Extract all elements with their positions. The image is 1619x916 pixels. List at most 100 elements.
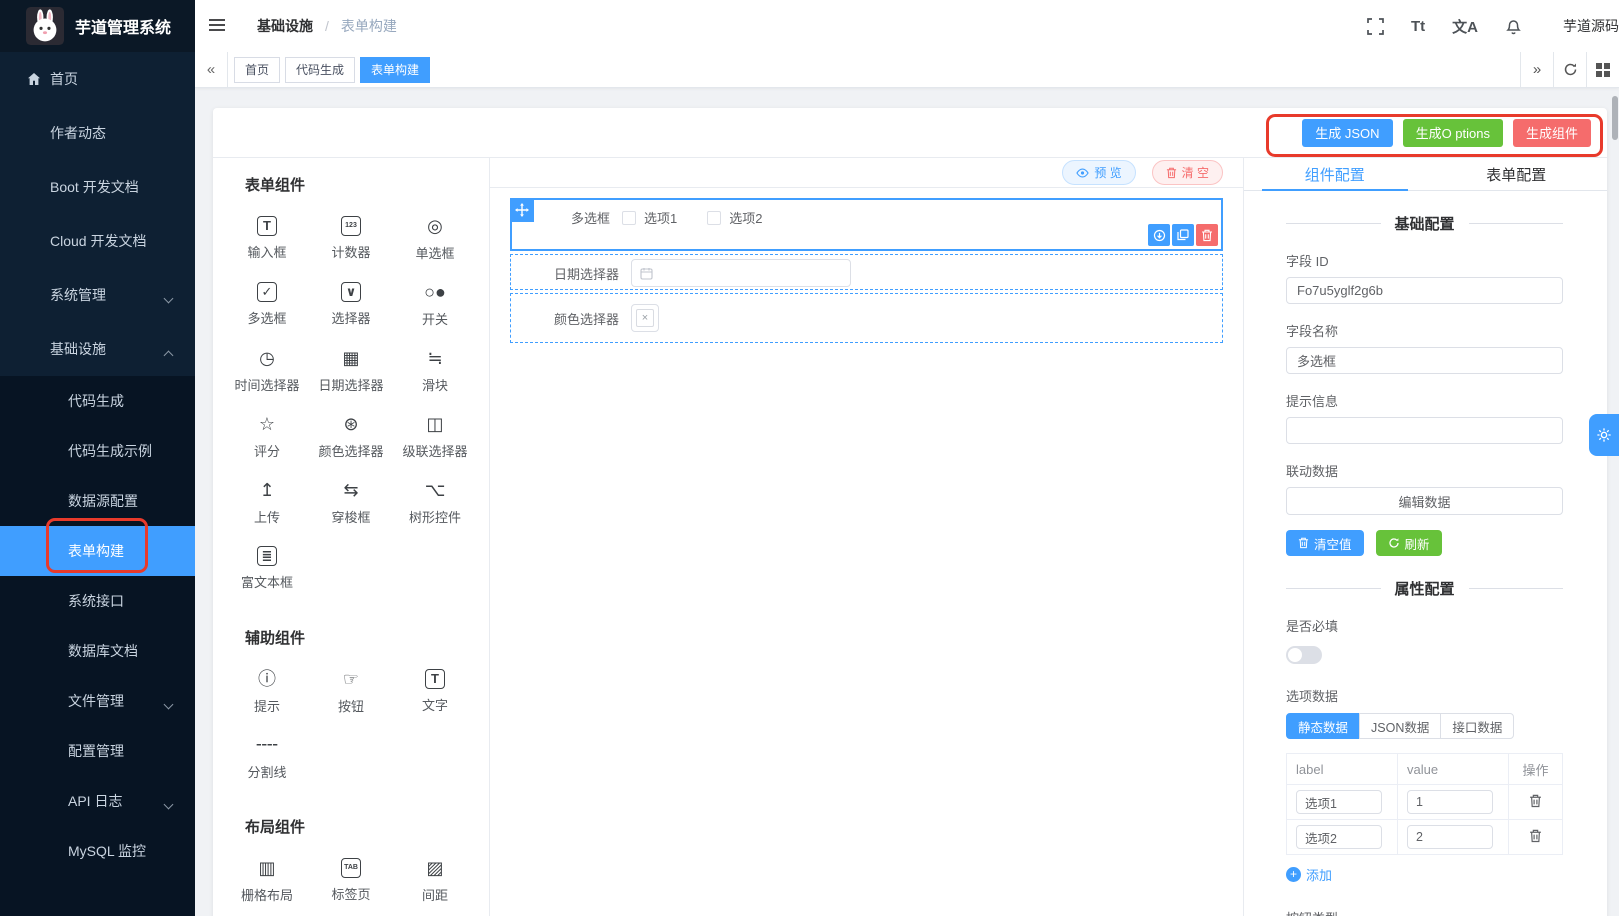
sidebar-item-code-generation[interactable]: 代码生成 xyxy=(0,376,195,426)
palette-item-text[interactable]: T文字 xyxy=(393,658,477,724)
sidebar-item-config-mgmt[interactable]: 配置管理 xyxy=(0,726,195,776)
palette-item-time-picker[interactable]: ◷时间选择器 xyxy=(225,337,309,403)
palette-item-divider[interactable]: ╌╌分割线 xyxy=(225,724,309,790)
palette-item-counter[interactable]: 123计数器 xyxy=(309,205,393,271)
clear-canvas-button[interactable]: 清 空 xyxy=(1152,160,1223,185)
preview-button[interactable]: 预 览 xyxy=(1062,160,1135,185)
refresh-icon[interactable] xyxy=(1553,52,1586,88)
breadcrumb-section[interactable]: 基础设施 xyxy=(257,16,313,36)
field-name-input[interactable] xyxy=(1286,347,1563,374)
palette-item-transfer[interactable]: ⇆穿梭框 xyxy=(309,469,393,535)
canvas-component-date-picker[interactable]: 日期选择器 xyxy=(510,254,1223,290)
field-id-input[interactable] xyxy=(1286,277,1563,304)
delete-row-button[interactable] xyxy=(1529,829,1542,843)
canvas-component-checkbox-group[interactable]: 多选框 选项1 选项2 xyxy=(510,198,1223,251)
sidebar-fold-icon[interactable] xyxy=(207,15,229,37)
sidebar-item-system-mgmt[interactable]: 系统管理 xyxy=(0,268,195,322)
language-icon[interactable]: 文A xyxy=(1452,16,1478,37)
palette-item-checkbox[interactable]: ✓多选框 xyxy=(225,271,309,337)
notification-bell-icon[interactable] xyxy=(1505,17,1522,35)
palette-item-color-picker[interactable]: ⊛颜色选择器 xyxy=(309,403,393,469)
font-size-icon[interactable]: Tt xyxy=(1411,18,1425,35)
tab-component-config[interactable]: 组件配置 xyxy=(1244,158,1426,190)
date-input[interactable] xyxy=(631,259,851,287)
required-toggle[interactable] xyxy=(1286,646,1322,664)
refresh-label: 刷新 xyxy=(1405,534,1430,553)
palette-item-button[interactable]: ☞按钮 xyxy=(309,658,393,724)
switch-icon: ○● xyxy=(424,281,446,303)
palette-item-tree[interactable]: ⌥树形控件 xyxy=(393,469,477,535)
checkbox-option-label: 选项1 xyxy=(644,208,677,227)
component-copy-button[interactable] xyxy=(1172,224,1194,246)
option-value-input[interactable] xyxy=(1407,790,1493,814)
component-arrow-button[interactable] xyxy=(1148,224,1170,246)
tab-form-config[interactable]: 表单配置 xyxy=(1426,158,1608,190)
palette-item-radio[interactable]: ◎单选框 xyxy=(393,205,477,271)
canvas-board: 多选框 选项1 选项2 xyxy=(490,188,1243,356)
palette-item-input[interactable]: T输入框 xyxy=(225,205,309,271)
palette-item-cascader[interactable]: ◫级联选择器 xyxy=(393,403,477,469)
clear-value-button[interactable]: 清空值 xyxy=(1286,530,1364,556)
palette-item-switch[interactable]: ○●开关 xyxy=(393,271,477,337)
text-icon: T xyxy=(425,669,445,689)
sidebar-item-home[interactable]: 首页 xyxy=(0,52,195,106)
sidebar-item-boot-docs[interactable]: Boot 开发文档 xyxy=(0,160,195,214)
palette-item-select[interactable]: ∨选择器 xyxy=(309,271,393,337)
tabs-icon: TAB xyxy=(341,858,361,878)
tip-input[interactable] xyxy=(1286,417,1563,444)
sidebar-item-system-api[interactable]: 系统接口 xyxy=(0,576,195,626)
delete-row-button[interactable] xyxy=(1529,794,1542,808)
generate-json-button[interactable]: 生成 JSON xyxy=(1302,119,1392,147)
api-data-tab[interactable]: 接口数据 xyxy=(1440,713,1514,739)
palette-item-tip[interactable]: ⓘ提示 xyxy=(225,658,309,724)
palette-item-slider[interactable]: ≒滑块 xyxy=(393,337,477,403)
sidebar-item-cloud-docs[interactable]: Cloud 开发文档 xyxy=(0,214,195,268)
tags-scroll-right-icon[interactable]: » xyxy=(1520,52,1553,88)
json-data-tab[interactable]: JSON数据 xyxy=(1359,713,1441,739)
layout-grid-icon[interactable] xyxy=(1586,52,1619,88)
tab-home[interactable]: 首页 xyxy=(234,57,280,83)
sidebar-item-code-gen-example[interactable]: 代码生成示例 xyxy=(0,426,195,476)
static-data-tab[interactable]: 静态数据 xyxy=(1286,713,1360,739)
palette-item-rate[interactable]: ☆评分 xyxy=(225,403,309,469)
sidebar-item-file-mgmt[interactable]: 文件管理 xyxy=(0,676,195,726)
option-label-input[interactable] xyxy=(1296,825,1382,849)
sidebar-item-form-builder[interactable]: 表单构建 xyxy=(0,526,195,576)
scrollbar-thumb[interactable] xyxy=(1612,96,1618,140)
option-value-input[interactable] xyxy=(1407,825,1493,849)
sidebar-item-mysql-monitor[interactable]: MySQL 监控 xyxy=(0,826,195,876)
color-picker-trigger[interactable]: × xyxy=(631,304,659,332)
sidebar-item-datasource-config[interactable]: 数据源配置 xyxy=(0,476,195,526)
checkbox-icon[interactable] xyxy=(707,211,721,225)
sidebar-item-db-docs[interactable]: 数据库文档 xyxy=(0,626,195,676)
checkbox-option-2[interactable]: 选项2 xyxy=(707,208,762,227)
sidebar-item-author-news[interactable]: 作者动态 xyxy=(0,106,195,160)
settings-drawer-handle[interactable] xyxy=(1589,414,1619,456)
add-option-button[interactable]: + 添加 xyxy=(1286,865,1332,884)
tab-code-generation[interactable]: 代码生成 xyxy=(285,57,355,83)
checkbox-option-1[interactable]: 选项1 xyxy=(622,208,677,227)
palette-item-grid-layout[interactable]: ▥栅格布局 xyxy=(225,847,309,913)
component-delete-button[interactable] xyxy=(1196,224,1218,246)
option-label-input[interactable] xyxy=(1296,790,1382,814)
generate-options-button[interactable]: 生成O ptions xyxy=(1403,119,1503,147)
tab-form-builder[interactable]: 表单构建 xyxy=(360,57,430,83)
checkbox-icon[interactable] xyxy=(622,211,636,225)
sidebar-item-api-log[interactable]: API 日志 xyxy=(0,776,195,826)
fullscreen-icon[interactable] xyxy=(1367,18,1384,35)
palette-item-date-picker[interactable]: ▦日期选择器 xyxy=(309,337,393,403)
palette-item-upload[interactable]: ↥上传 xyxy=(225,469,309,535)
palette-item-spacing[interactable]: ▨间距 xyxy=(393,847,477,913)
palette-item-rich-text[interactable]: ≣富文本框 xyxy=(225,535,309,601)
username[interactable]: 芋道源码 xyxy=(1563,16,1619,36)
refresh-button[interactable]: 刷新 xyxy=(1376,530,1442,556)
tags-scroll-left-icon[interactable]: « xyxy=(195,52,228,88)
canvas-component-color-picker[interactable]: 颜色选择器 × xyxy=(510,293,1223,343)
move-icon[interactable] xyxy=(510,198,534,222)
generate-component-button[interactable]: 生成组件 xyxy=(1513,119,1591,147)
edit-data-button[interactable]: 编辑数据 xyxy=(1286,487,1563,515)
page-content: 生成 JSON 生成O ptions 生成组件 表单组件 T输入框 123计数器… xyxy=(195,88,1619,916)
sidebar-item-label: 代码生成示例 xyxy=(68,441,152,461)
palette-item-tabs[interactable]: TAB标签页 xyxy=(309,847,393,913)
sidebar-item-infrastructure[interactable]: 基础设施 xyxy=(0,322,195,376)
